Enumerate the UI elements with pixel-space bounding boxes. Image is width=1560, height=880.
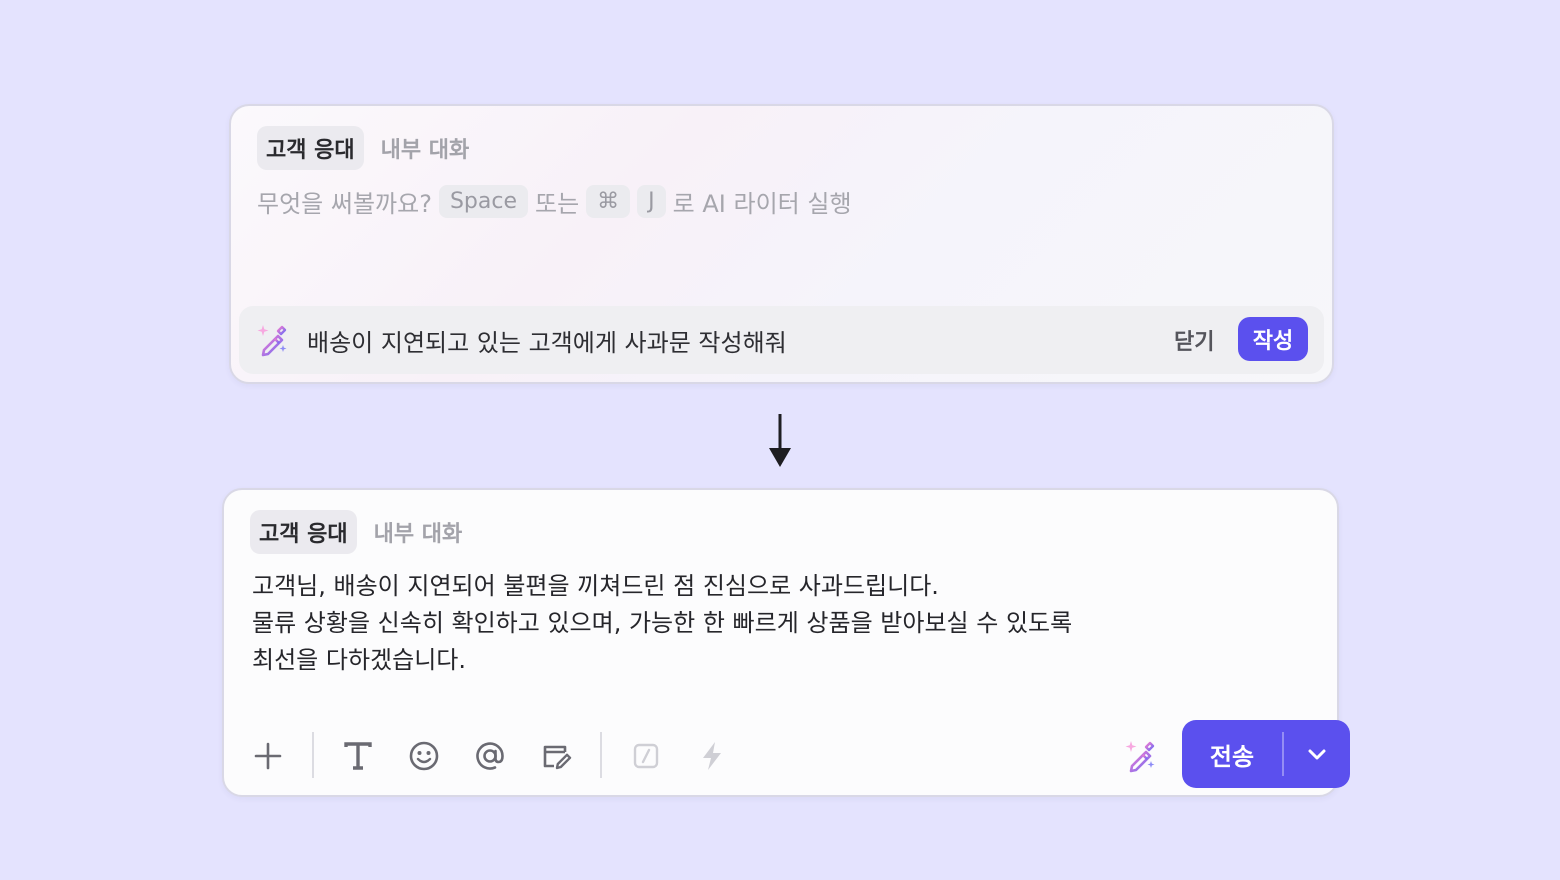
kbd-cmd: ⌘: [586, 185, 631, 218]
send-button[interactable]: 전송: [1182, 720, 1282, 788]
composer-toolbar: 전송: [246, 720, 1350, 788]
tab-internal-chat[interactable]: 내부 대화: [365, 510, 472, 554]
note-edit-icon: [543, 745, 572, 770]
slash-command-icon: [633, 743, 659, 769]
plus-icon: [254, 742, 282, 770]
tab-customer-support[interactable]: 고객 응대: [257, 126, 364, 170]
message-line: 고객님, 배송이 지연되어 불편을 끼쳐드린 점 진심으로 사과드립니다.: [252, 572, 939, 600]
message-line: 물류 상황을 신속히 확인하고 있으며, 가능한 한 빠르게 상품을 받아보실 …: [252, 609, 1073, 637]
message-composer: 고객 응대 내부 대화 고객님, 배송이 지연되어 불편을 끼쳐드린 점 진심으…: [222, 488, 1350, 797]
send-options-button[interactable]: [1284, 720, 1350, 788]
placeholder-prefix: 무엇을 써볼까요?: [257, 190, 432, 218]
lightning-icon: [703, 742, 721, 770]
mention-icon: [476, 742, 504, 770]
ai-prompt-bar: 배송이 지연되고 있는 고객에게 사과문 작성해줘 닫기 작성: [239, 306, 1324, 374]
add-attachment-button[interactable]: [246, 734, 290, 778]
quick-reply-button[interactable]: [690, 734, 734, 778]
message-line: 최선을 다하겠습니다.: [252, 646, 466, 674]
composer-tabs: 고객 응대 내부 대화: [257, 126, 478, 170]
arrow-down-icon: [769, 414, 791, 467]
ai-writer-composer: 고객 응대 내부 대화 무엇을 써볼까요? Space 또는 ⌘ J 로 AI …: [229, 104, 1334, 384]
placeholder-suffix: 로 AI 라이터 실행: [672, 190, 852, 218]
kbd-j: J: [637, 185, 666, 218]
magic-wand-icon: [257, 325, 287, 357]
toolbar-divider: [312, 732, 314, 778]
emoji-icon: [409, 741, 439, 771]
send-button-group: 전송: [1182, 720, 1350, 788]
composer-placeholder: 무엇을 써볼까요? Space 또는 ⌘ J 로 AI 라이터 실행: [257, 184, 852, 219]
composer-tabs: 고객 응대 내부 대화: [250, 510, 471, 554]
text-format-icon: [344, 742, 372, 770]
write-button[interactable]: 작성: [1238, 317, 1308, 361]
chevron-down-icon: [1308, 749, 1326, 760]
ai-prompt-input[interactable]: 배송이 지연되고 있는 고객에게 사과문 작성해줘: [307, 323, 787, 358]
note-edit-button[interactable]: [534, 734, 578, 778]
kbd-space: Space: [438, 185, 528, 218]
mention-button[interactable]: [468, 734, 512, 778]
ai-writer-button[interactable]: [1118, 734, 1162, 778]
magic-wand-icon: [1125, 741, 1155, 773]
tab-customer-support[interactable]: 고객 응대: [250, 510, 357, 554]
message-input[interactable]: 고객님, 배송이 지연되어 불편을 끼쳐드린 점 진심으로 사과드립니다. 물류…: [252, 568, 1072, 679]
emoji-button[interactable]: [402, 734, 446, 778]
placeholder-or: 또는: [534, 190, 580, 218]
tab-internal-chat[interactable]: 내부 대화: [372, 126, 479, 170]
toolbar-divider: [600, 732, 602, 778]
close-button[interactable]: 닫기: [1174, 324, 1214, 356]
text-format-button[interactable]: [336, 734, 380, 778]
slash-command-button[interactable]: [624, 734, 668, 778]
